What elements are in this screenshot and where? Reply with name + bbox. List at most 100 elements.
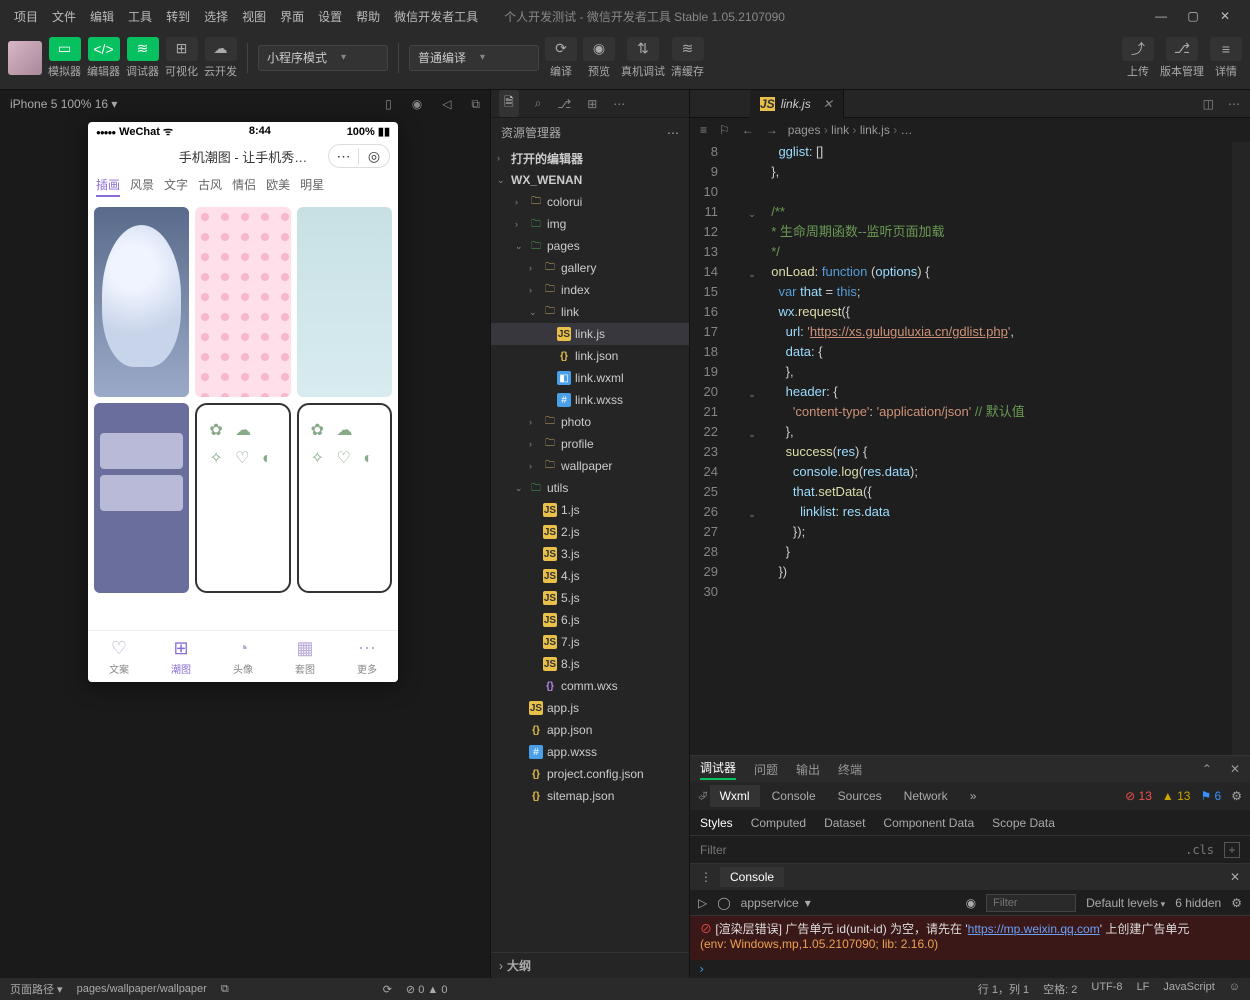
list-icon[interactable]: ≡ — [700, 123, 707, 137]
search-icon[interactable]: ⌕ — [535, 96, 542, 111]
open-editors-section[interactable]: ›打开的编辑器 — [491, 147, 689, 169]
tree-node[interactable]: project.config.json — [491, 763, 689, 785]
menu-item[interactable]: 项目 — [8, 5, 44, 28]
tree-node[interactable]: ›🗀colorui — [491, 191, 689, 213]
wallpaper-item[interactable] — [94, 403, 189, 593]
tree-node[interactable]: ⌄🗀pages — [491, 235, 689, 257]
styles-filter[interactable]: Filter .cls + — [690, 836, 1250, 864]
language[interactable]: JavaScript — [1163, 981, 1214, 997]
device-icon[interactable]: ▯ — [385, 97, 392, 112]
category-tab[interactable]: 风景 — [130, 176, 154, 197]
tree-node[interactable]: JS4.js — [491, 565, 689, 587]
cut-icon[interactable]: ⧉ — [471, 97, 480, 112]
tree-node[interactable]: JS6.js — [491, 609, 689, 631]
tabbar-item[interactable]: ◔头像 — [212, 631, 274, 682]
forward-icon[interactable]: → — [766, 123, 778, 137]
mute-icon[interactable]: ◁ — [442, 97, 451, 112]
category-tab[interactable]: 情侣 — [232, 176, 256, 197]
styles-tab[interactable]: Dataset — [824, 816, 865, 830]
visual-button[interactable]: ⊞可视化 — [165, 37, 198, 79]
wallpaper-grid[interactable] — [88, 201, 398, 599]
tree-node[interactable]: ›🗀wallpaper — [491, 455, 689, 477]
wallpaper-item[interactable] — [297, 207, 392, 397]
compile-button[interactable]: ⟳编译 — [545, 37, 577, 79]
tab-bar[interactable]: ♡文案⊞潮图◔头像▦套图⋯更多 — [88, 630, 398, 682]
tree-node[interactable]: ›🗀profile — [491, 433, 689, 455]
bookmark-icon[interactable]: ⚐ — [719, 123, 730, 137]
close-icon[interactable]: ✕ — [1218, 9, 1232, 23]
gear-icon[interactable]: ⚙ — [1231, 896, 1242, 910]
code-editor[interactable]: 8910111213141516171819202122232425262728… — [690, 142, 1250, 755]
more-icon[interactable]: ⋯ — [1228, 97, 1240, 111]
tree-node[interactable]: #link.wxss — [491, 389, 689, 411]
phone-simulator[interactable]: WeChat ᯤ 8:44 100% ▮▮ 手机潮图 - 让手机秀… ⋯◎ 插画… — [88, 122, 398, 682]
gear-icon[interactable]: ⚙ — [1231, 789, 1242, 803]
context-icon[interactable]: ◯ — [717, 896, 730, 910]
menu-item[interactable]: 微信开发者工具 — [388, 5, 484, 28]
debugger-button[interactable]: ≋调试器 — [126, 37, 159, 79]
tabbar-item[interactable]: ▦套图 — [274, 631, 336, 682]
inspect-icon[interactable]: ⮰ — [698, 789, 708, 804]
styles-tabs[interactable]: Styles Computed Dataset Component Data Scope… — [690, 810, 1250, 836]
tree-node[interactable]: JS3.js — [491, 543, 689, 565]
version-button[interactable]: ⎇版本管理 — [1160, 37, 1204, 79]
tree-node[interactable]: ⌄🗀utils — [491, 477, 689, 499]
preview-button[interactable]: ◉预览 — [583, 37, 615, 79]
cursor-position[interactable]: 行 1，列 1 — [978, 981, 1029, 997]
tree-node[interactable]: ◧link.wxml — [491, 367, 689, 389]
avatar[interactable] — [8, 41, 42, 75]
menu-item[interactable]: 视图 — [236, 5, 272, 28]
encoding[interactable]: UTF-8 — [1091, 981, 1122, 997]
outline-section[interactable]: ›大纲 — [491, 952, 689, 978]
editor-button[interactable]: </>编辑器 — [87, 37, 120, 79]
tree-node[interactable]: JS8.js — [491, 653, 689, 675]
tabbar-item[interactable]: ⊞潮图 — [150, 631, 212, 682]
close-icon[interactable]: ✕ — [1230, 870, 1240, 884]
simulator-button[interactable]: ▭模拟器 — [48, 37, 81, 79]
tree-node[interactable]: link.json — [491, 345, 689, 367]
category-tab[interactable]: 古风 — [198, 176, 222, 197]
back-icon[interactable]: ← — [742, 123, 754, 137]
record-icon[interactable]: ◉ — [412, 97, 422, 112]
menu-item[interactable]: 选择 — [198, 5, 234, 28]
console-toolbar[interactable]: ▷ ◯ appservice▾ ◉ Default levels 6 hidde… — [690, 890, 1250, 916]
category-tab[interactable]: 欧美 — [266, 176, 290, 197]
tree-node[interactable]: ›🗀index — [491, 279, 689, 301]
editor-tab[interactable]: JS link.js ✕ — [750, 90, 844, 118]
console-filter-input[interactable] — [986, 894, 1076, 912]
close-tab-icon[interactable]: ✕ — [823, 97, 833, 111]
tree-node[interactable]: app.json — [491, 719, 689, 741]
category-tabs[interactable]: 插画风景文字古风情侣欧美明星 — [88, 172, 398, 201]
tree-node[interactable]: ⌄🗀link — [491, 301, 689, 323]
tree-node[interactable]: #app.wxss — [491, 741, 689, 763]
tree-node[interactable]: comm.wxs — [491, 675, 689, 697]
tree-node[interactable]: JS5.js — [491, 587, 689, 609]
minimize-icon[interactable]: — — [1154, 9, 1168, 23]
console-drawer-header[interactable]: ⋮Console ✕ — [690, 864, 1250, 890]
menu-item[interactable]: 界面 — [274, 5, 310, 28]
remote-debug-button[interactable]: ⇅真机调试 — [621, 37, 665, 79]
menu-item[interactable]: 设置 — [312, 5, 348, 28]
tree-node[interactable]: ›🗀img — [491, 213, 689, 235]
mode-dropdown[interactable]: 小程序模式 — [258, 45, 388, 71]
add-style-icon[interactable]: + — [1224, 842, 1240, 858]
styles-tab[interactable]: Scope Data — [992, 816, 1055, 830]
maximize-icon[interactable]: ▢ — [1186, 9, 1200, 23]
devtools-tabs[interactable]: ⮰ Wxml Console Sources Network » ⊘ 13 ▲ … — [690, 782, 1250, 810]
breadcrumb[interactable]: ≡ ⚐ ← → pageslinklink.js… — [690, 118, 1250, 142]
wallpaper-item[interactable] — [195, 403, 290, 593]
tree-node[interactable]: sitemap.json — [491, 785, 689, 807]
tabbar-item[interactable]: ♡文案 — [88, 631, 150, 682]
tree-node[interactable]: JS7.js — [491, 631, 689, 653]
styles-tab[interactable]: Styles — [700, 816, 733, 830]
tree-node[interactable]: ›🗀gallery — [491, 257, 689, 279]
detail-button[interactable]: ≡详情 — [1210, 37, 1242, 79]
wallpaper-item[interactable] — [195, 207, 290, 397]
clear-cache-button[interactable]: ≋清缓存 — [671, 37, 704, 79]
styles-tab[interactable]: Computed — [751, 816, 806, 830]
tree-node[interactable]: JSapp.js — [491, 697, 689, 719]
styles-tab[interactable]: Component Data — [883, 816, 974, 830]
git-icon[interactable]: ⎇ — [557, 97, 571, 111]
more-icon[interactable]: ⋯ — [613, 97, 625, 111]
console-prompt[interactable]: › — [690, 960, 1250, 978]
